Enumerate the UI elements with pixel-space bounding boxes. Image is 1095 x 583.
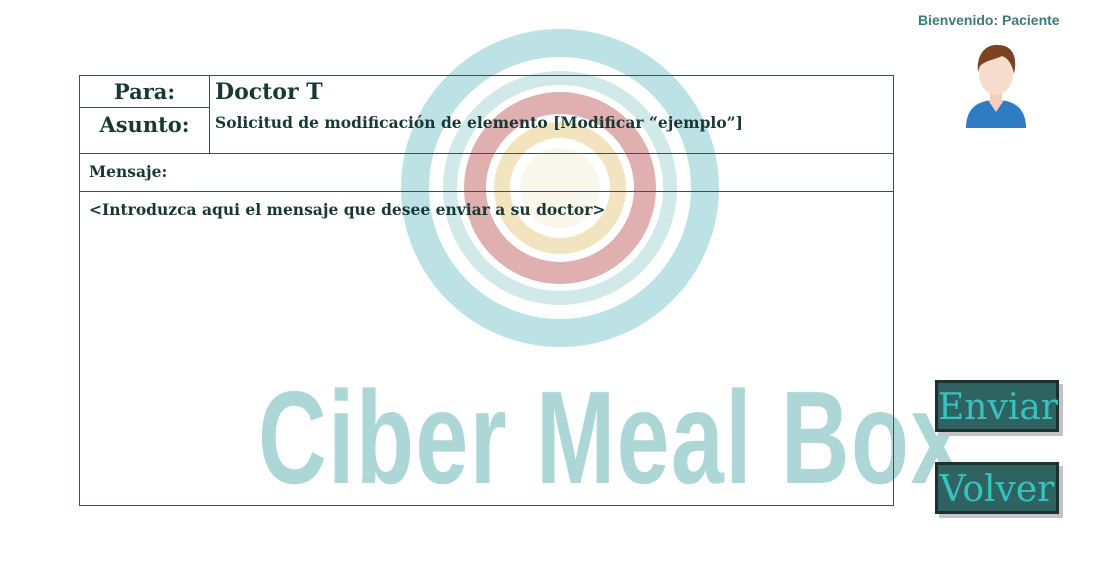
subject-label: Asunto: bbox=[99, 112, 190, 137]
to-value: Doctor T bbox=[215, 79, 323, 105]
user-avatar-icon bbox=[966, 44, 1026, 128]
send-button[interactable]: Enviar bbox=[935, 380, 1059, 432]
to-label: Para: bbox=[113, 79, 176, 104]
subject-value: Solicitud de modificación de elemento [M… bbox=[215, 113, 743, 132]
message-label-divider bbox=[80, 191, 893, 192]
label-column-divider bbox=[209, 76, 210, 153]
header-divider bbox=[80, 153, 893, 154]
message-form: Para: Asunto: Doctor T Solicitud de modi… bbox=[79, 75, 894, 506]
message-label: Mensaje: bbox=[89, 162, 168, 181]
label-row-divider bbox=[80, 107, 210, 108]
back-button[interactable]: Volver bbox=[935, 462, 1059, 514]
message-textarea[interactable]: <Introduzca aqui el mensaje que desee en… bbox=[89, 200, 869, 490]
welcome-text: Bienvenido: Paciente bbox=[918, 12, 1060, 28]
